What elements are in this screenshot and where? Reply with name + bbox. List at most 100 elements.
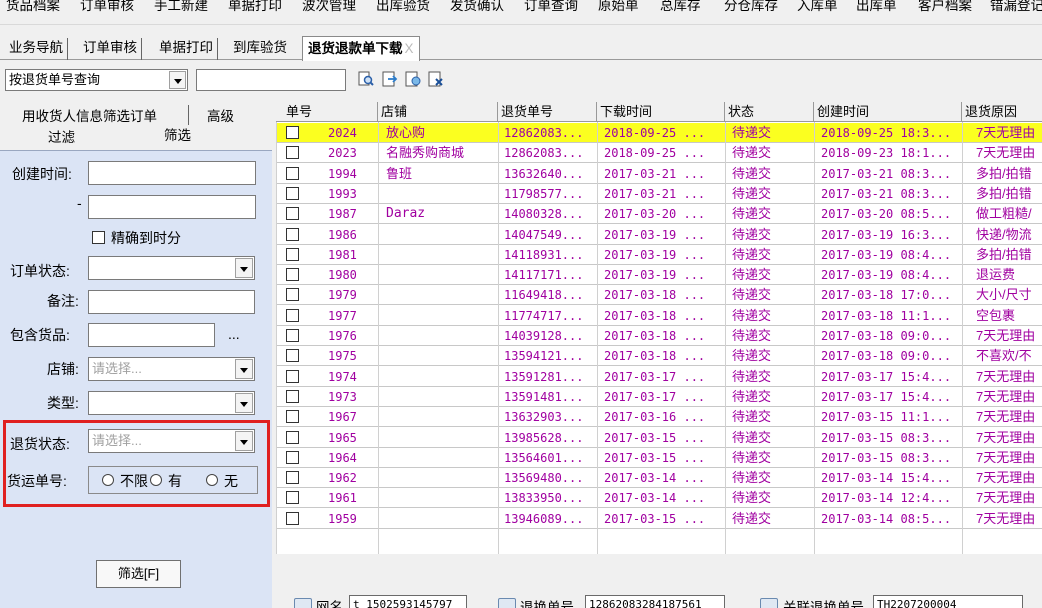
row-checkbox[interactable] bbox=[286, 430, 299, 444]
menu-item-inbound[interactable]: 入库单 bbox=[797, 0, 838, 14]
row-checkbox[interactable] bbox=[286, 369, 299, 383]
col-refund-no[interactable]: 退货单号 bbox=[498, 102, 597, 122]
tab-close-icon[interactable]: X bbox=[405, 41, 414, 56]
tab-consignee-filter[interactable]: 用收货人信息筛选订单 bbox=[22, 105, 157, 125]
menu-item-outbound[interactable]: 出库单 bbox=[856, 0, 897, 14]
row-checkbox[interactable] bbox=[286, 227, 299, 241]
menu-item-order-query[interactable]: 订单查询 bbox=[524, 0, 578, 14]
chevron-down-icon[interactable] bbox=[235, 258, 253, 278]
table-row[interactable]: 1979 11649418... 2017-03-18 ... 待递交 2017-03-… bbox=[276, 285, 1042, 306]
contains-goods-input[interactable] bbox=[88, 323, 215, 347]
note-input[interactable] bbox=[88, 290, 255, 314]
tab-arrival-check[interactable]: 到库验货 bbox=[229, 38, 291, 60]
radio-yes[interactable] bbox=[150, 474, 162, 486]
search-icon[interactable] bbox=[358, 71, 374, 87]
table-row[interactable]: 1974 13591281... 2017-03-17 ... 待递交 2017-03-… bbox=[276, 367, 1042, 387]
radio-all[interactable] bbox=[102, 474, 114, 486]
radio-no[interactable] bbox=[206, 474, 218, 486]
table-row[interactable]: 1987 Daraz 14080328... 2017-03-20 ... 待递交 201… bbox=[276, 204, 1042, 225]
clear-icon[interactable] bbox=[428, 71, 444, 87]
table-row[interactable]: 2024 放心购 12862083... 2018-09-25 ... 待递交 2018-… bbox=[276, 123, 1042, 143]
menu-item-print[interactable]: 单据打印 bbox=[228, 0, 282, 14]
row-checkbox[interactable] bbox=[286, 389, 299, 403]
menu-item-total-stock[interactable]: 总库存 bbox=[660, 0, 701, 14]
row-checkbox[interactable] bbox=[286, 450, 299, 464]
search-mode-select[interactable]: 按退货单号查询 bbox=[5, 69, 188, 91]
filter-button[interactable]: 筛选[F] bbox=[96, 560, 181, 588]
table-row[interactable]: 1973 13591481... 2017-03-17 ... 待递交 2017-03-… bbox=[276, 387, 1042, 407]
menu-item-manual-new[interactable]: 手工新建 bbox=[154, 0, 208, 14]
type-select[interactable] bbox=[88, 391, 255, 415]
table-row[interactable]: 1961 13833950... 2017-03-14 ... 待递交 2017-03-… bbox=[276, 488, 1042, 509]
table-row[interactable]: 1964 13564601... 2017-03-15 ... 待递交 2017-03-… bbox=[276, 448, 1042, 468]
row-checkbox[interactable] bbox=[286, 268, 299, 282]
menu-item-warehouse-stock[interactable]: 分仓库存 bbox=[724, 0, 778, 14]
table-row[interactable]: 1977 11774717... 2017-03-18 ... 待递交 2017-03-… bbox=[276, 306, 1042, 326]
precise-time-checkbox[interactable] bbox=[92, 231, 105, 244]
shop-select[interactable]: 请选择... bbox=[88, 357, 255, 381]
export-icon[interactable] bbox=[405, 71, 421, 87]
tab-refund-download[interactable]: 退货退款单下载 X bbox=[302, 36, 420, 61]
tab-advanced[interactable]: 高级 bbox=[188, 105, 234, 125]
menu-item-goods[interactable]: 货品档案 bbox=[6, 0, 60, 14]
import-icon[interactable] bbox=[382, 71, 398, 87]
table-cell-no: 1979 bbox=[328, 288, 357, 303]
row-checkbox[interactable] bbox=[286, 126, 299, 139]
row-checkbox[interactable] bbox=[286, 329, 299, 342]
created-time-end-input[interactable] bbox=[88, 195, 256, 219]
related-refund-field[interactable]: TH2207200004 bbox=[873, 595, 1023, 608]
refund-no-field[interactable]: 12862083284187561 bbox=[585, 595, 725, 608]
menu-item-outbound-check[interactable]: 出库验货 bbox=[376, 0, 430, 14]
row-checkbox[interactable] bbox=[286, 308, 299, 322]
row-checkbox[interactable] bbox=[286, 207, 299, 221]
chevron-down-icon[interactable] bbox=[235, 359, 253, 379]
search-input[interactable] bbox=[196, 69, 346, 91]
row-checkbox[interactable] bbox=[286, 288, 299, 302]
col-status[interactable]: 状态 bbox=[725, 102, 814, 122]
row-checkbox[interactable] bbox=[286, 410, 299, 424]
menu-item-errors[interactable]: 错漏登记 bbox=[990, 0, 1042, 14]
col-shop[interactable]: 店铺 bbox=[378, 102, 498, 122]
tab-print[interactable]: 单据打印 bbox=[155, 38, 218, 60]
table-row[interactable]: 1981 14118931... 2017-03-19 ... 待递交 2017-03-… bbox=[276, 245, 1042, 265]
row-checkbox[interactable] bbox=[286, 166, 299, 180]
row-checkbox[interactable] bbox=[286, 471, 299, 485]
col-order-no[interactable]: 单号 bbox=[276, 102, 378, 122]
menu-item-original[interactable]: 原始单 bbox=[598, 0, 639, 14]
row-checkbox[interactable] bbox=[286, 146, 299, 160]
col-reason[interactable]: 退货原因 bbox=[962, 102, 1042, 122]
row-checkbox[interactable] bbox=[286, 186, 299, 200]
type-label: 类型: bbox=[47, 395, 79, 411]
table-row[interactable]: 2023 名融秀购商城 12862083... 2018-09-25 ... 待递交 20… bbox=[276, 143, 1042, 164]
menu-item-customers[interactable]: 客户档案 bbox=[918, 0, 972, 14]
table-row[interactable]: 1975 13594121... 2017-03-18 ... 待递交 2017-03-… bbox=[276, 346, 1042, 367]
created-time-start-input[interactable] bbox=[88, 161, 256, 185]
table-row[interactable]: 1980 14117171... 2017-03-19 ... 待递交 2017-03-… bbox=[276, 265, 1042, 286]
menu-item-order-review[interactable]: 订单审核 bbox=[80, 0, 134, 14]
table-row[interactable]: 1994 鲁班 13632640... 2017-03-21 ... 待递交 2017-0… bbox=[276, 164, 1042, 184]
row-checkbox[interactable] bbox=[286, 349, 299, 363]
table-row[interactable]: 1962 13569480... 2017-03-14 ... 待递交 2017-03-… bbox=[276, 468, 1042, 489]
row-checkbox[interactable] bbox=[286, 247, 299, 261]
chevron-down-icon[interactable] bbox=[235, 393, 253, 413]
row-checkbox[interactable] bbox=[286, 491, 299, 505]
menu-item-wave[interactable]: 波次管理 bbox=[302, 0, 356, 14]
wangming-field[interactable]: t_1502593145797 bbox=[349, 595, 467, 608]
tab-filter[interactable]: 过滤 bbox=[48, 126, 75, 146]
order-status-select[interactable] bbox=[88, 256, 255, 280]
table-row[interactable]: 1967 13632903... 2017-03-16 ... 待递交 2017-03-… bbox=[276, 407, 1042, 428]
table-row[interactable]: 1959 13946089... 2017-03-15 ... 待递交 2017-03-… bbox=[276, 509, 1042, 529]
row-checkbox[interactable] bbox=[286, 511, 299, 525]
menu-item-ship-confirm[interactable]: 发货确认 bbox=[450, 0, 504, 14]
tab-business-nav[interactable]: 业务导航 bbox=[5, 38, 68, 60]
tab-order-review[interactable]: 订单审核 bbox=[79, 38, 142, 60]
col-download-time[interactable]: 下载时间 bbox=[597, 102, 725, 122]
chevron-down-icon[interactable] bbox=[169, 71, 186, 89]
table-row[interactable]: 1976 14039128... 2017-03-18 ... 待递交 2017-03-… bbox=[276, 326, 1042, 346]
table-row[interactable]: 1993 11798577... 2017-03-21 ... 待递交 2017-03-… bbox=[276, 184, 1042, 204]
col-created-time[interactable]: 创建时间 bbox=[814, 102, 962, 122]
table-row[interactable]: 1965 13985628... 2017-03-15 ... 待递交 2017-03-… bbox=[276, 428, 1042, 448]
goods-picker-button[interactable]: ... bbox=[228, 326, 240, 342]
tab-screen[interactable]: 筛选 bbox=[164, 124, 191, 144]
table-row[interactable]: 1986 14047549... 2017-03-19 ... 待递交 2017-03-… bbox=[276, 225, 1042, 245]
